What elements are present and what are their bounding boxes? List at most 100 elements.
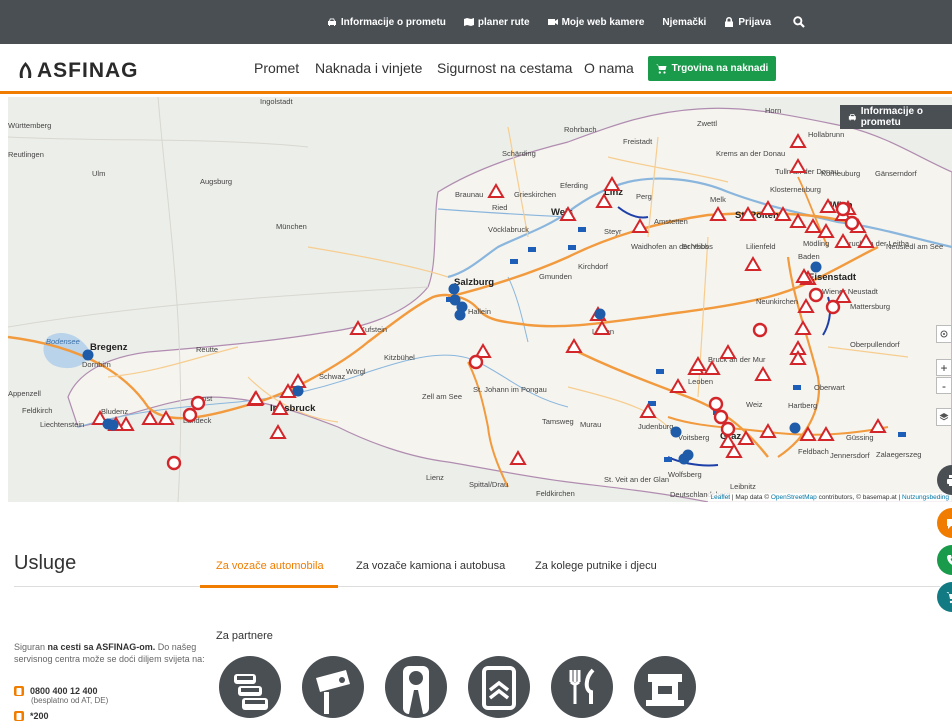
tab-car-drivers[interactable]: Za vozače automobila bbox=[216, 560, 324, 572]
layers-button[interactable] bbox=[936, 408, 952, 426]
roadworks-warning-icon[interactable] bbox=[709, 206, 727, 221]
info-point-icon[interactable] bbox=[810, 261, 822, 273]
service-toll-station[interactable] bbox=[634, 656, 696, 718]
roadworks-warning-icon[interactable] bbox=[669, 378, 687, 393]
roadworks-warning-icon[interactable] bbox=[509, 450, 527, 465]
roadworks-warning-icon[interactable] bbox=[789, 158, 807, 173]
incident-pin-icon[interactable] bbox=[468, 354, 484, 370]
login-link[interactable]: Prijava bbox=[724, 17, 771, 28]
roadworks-warning-icon[interactable] bbox=[559, 206, 577, 221]
asfinag-logo[interactable]: ASFINAG bbox=[17, 59, 139, 83]
roadworks-warning-icon[interactable] bbox=[819, 198, 837, 213]
chat-button[interactable] bbox=[937, 508, 952, 538]
roadworks-warning-icon[interactable] bbox=[689, 356, 707, 371]
roadworks-warning-icon[interactable] bbox=[759, 423, 777, 438]
roadworks-warning-icon[interactable] bbox=[804, 218, 822, 233]
service-webcams[interactable] bbox=[302, 656, 364, 718]
zoom-out-button[interactable]: - bbox=[936, 377, 952, 394]
roadworks-warning-icon[interactable] bbox=[487, 183, 505, 198]
roadworks-warning-icon[interactable] bbox=[799, 426, 817, 441]
tab-passengers-children[interactable]: Za kolege putnike i djecu bbox=[535, 560, 657, 572]
tab-truck-bus-drivers[interactable]: Za vozače kamiona i autobusa bbox=[356, 560, 505, 572]
service-vignette[interactable] bbox=[468, 656, 530, 718]
roadworks-warning-icon[interactable] bbox=[789, 213, 807, 228]
terms-link[interactable]: Nutzungsbeding bbox=[902, 494, 949, 501]
roadworks-warning-icon[interactable] bbox=[817, 426, 835, 441]
roadworks-warning-icon[interactable] bbox=[754, 366, 772, 381]
incident-pin-icon[interactable] bbox=[835, 201, 851, 217]
incident-pin-icon[interactable] bbox=[808, 287, 824, 303]
info-point-icon[interactable] bbox=[82, 349, 94, 361]
traffic-map[interactable]: Ingolstadt Württemberg Reutlingen Ulm Au… bbox=[8, 97, 952, 502]
roadworks-warning-icon[interactable] bbox=[631, 218, 649, 233]
roadworks-warning-icon[interactable] bbox=[789, 133, 807, 148]
leaflet-link[interactable]: Leaflet bbox=[711, 494, 731, 501]
lock-icon bbox=[725, 17, 734, 27]
roadworks-warning-icon[interactable] bbox=[739, 206, 757, 221]
roadworks-warning-icon[interactable] bbox=[737, 430, 755, 445]
nav-item-about-us[interactable]: O nama bbox=[584, 60, 634, 76]
incident-pin-icon[interactable] bbox=[844, 215, 860, 231]
incident-pin-icon[interactable] bbox=[182, 407, 198, 423]
roadworks-warning-icon[interactable] bbox=[603, 176, 621, 191]
call-button[interactable] bbox=[937, 545, 952, 575]
roadworks-warning-icon[interactable] bbox=[269, 424, 287, 439]
language-switcher[interactable]: Njemački bbox=[662, 17, 706, 28]
roadworks-warning-icon[interactable] bbox=[703, 360, 721, 375]
roadworks-warning-icon[interactable] bbox=[719, 344, 737, 359]
info-point-icon[interactable] bbox=[292, 385, 304, 397]
roadworks-warning-icon[interactable] bbox=[857, 233, 875, 248]
zoom-in-button[interactable]: + bbox=[936, 359, 952, 376]
osm-link[interactable]: OpenStreetMap bbox=[771, 494, 817, 501]
roadworks-warning-icon[interactable] bbox=[797, 298, 815, 313]
traffic-info-link[interactable]: Informacije o prometu bbox=[327, 17, 446, 28]
service-traffic-jam[interactable] bbox=[219, 656, 281, 718]
nav-item-toll-vignette[interactable]: Naknada i vinjete bbox=[315, 60, 422, 76]
roadworks-warning-icon[interactable] bbox=[349, 320, 367, 335]
info-point-icon[interactable] bbox=[448, 283, 460, 295]
roadworks-warning-icon[interactable] bbox=[774, 206, 792, 221]
incident-pin-icon[interactable] bbox=[752, 322, 768, 338]
info-point-icon[interactable] bbox=[670, 426, 682, 438]
incident-pin-icon[interactable] bbox=[166, 455, 182, 471]
phone-free-line[interactable]: 0800 400 12 400 bbox=[14, 686, 98, 696]
nav-item-road-safety[interactable]: Sigurnost na cestama bbox=[437, 60, 572, 76]
roadworks-warning-icon[interactable] bbox=[565, 338, 583, 353]
info-point-icon[interactable] bbox=[682, 449, 694, 461]
route-planner-link[interactable]: planer rute bbox=[463, 17, 530, 28]
locate-button[interactable] bbox=[936, 325, 952, 343]
tab-partners[interactable]: Za partnere bbox=[216, 630, 273, 642]
webcams-link[interactable]: Moje web kamere bbox=[547, 17, 644, 28]
phone-short-line[interactable]: *200 bbox=[14, 711, 49, 721]
roadworks-warning-icon[interactable] bbox=[639, 403, 657, 418]
roadworks-warning-icon[interactable] bbox=[289, 373, 307, 388]
traffic-info-panel-tab[interactable]: Informacije o prometu bbox=[840, 105, 952, 129]
incident-pin-icon[interactable] bbox=[190, 395, 206, 411]
roadworks-warning-icon[interactable] bbox=[593, 320, 611, 335]
incident-pin-icon[interactable] bbox=[720, 421, 736, 437]
incident-pin-icon[interactable] bbox=[713, 409, 729, 425]
roadworks-warning-icon[interactable] bbox=[157, 410, 175, 425]
roadworks-warning-icon[interactable] bbox=[141, 410, 159, 425]
attribution-text: | Map data © bbox=[730, 494, 771, 501]
info-point-icon[interactable] bbox=[789, 422, 801, 434]
info-point-icon[interactable] bbox=[107, 419, 119, 431]
roadworks-warning-icon[interactable] bbox=[834, 288, 852, 303]
incident-pin-icon[interactable] bbox=[708, 396, 724, 412]
roadworks-warning-icon[interactable] bbox=[595, 193, 613, 208]
roadworks-warning-icon[interactable] bbox=[869, 418, 887, 433]
info-point-icon[interactable] bbox=[454, 309, 466, 321]
service-toll-road[interactable] bbox=[385, 656, 447, 718]
info-point-icon[interactable] bbox=[594, 308, 606, 320]
roadworks-warning-icon[interactable] bbox=[794, 320, 812, 335]
nav-item-promet[interactable]: Promet bbox=[254, 60, 299, 76]
roadworks-warning-icon[interactable] bbox=[271, 400, 289, 415]
roadworks-warning-icon[interactable] bbox=[817, 223, 835, 238]
toll-shop-button[interactable]: Trgovina na naknadi bbox=[648, 56, 776, 81]
incident-pin-icon[interactable] bbox=[825, 299, 841, 315]
roadworks-warning-icon[interactable] bbox=[744, 256, 762, 271]
roadworks-warning-icon[interactable] bbox=[759, 200, 777, 215]
service-rest-area[interactable] bbox=[551, 656, 613, 718]
roadworks-warning-icon[interactable] bbox=[834, 233, 852, 248]
search-button[interactable] bbox=[793, 16, 805, 28]
